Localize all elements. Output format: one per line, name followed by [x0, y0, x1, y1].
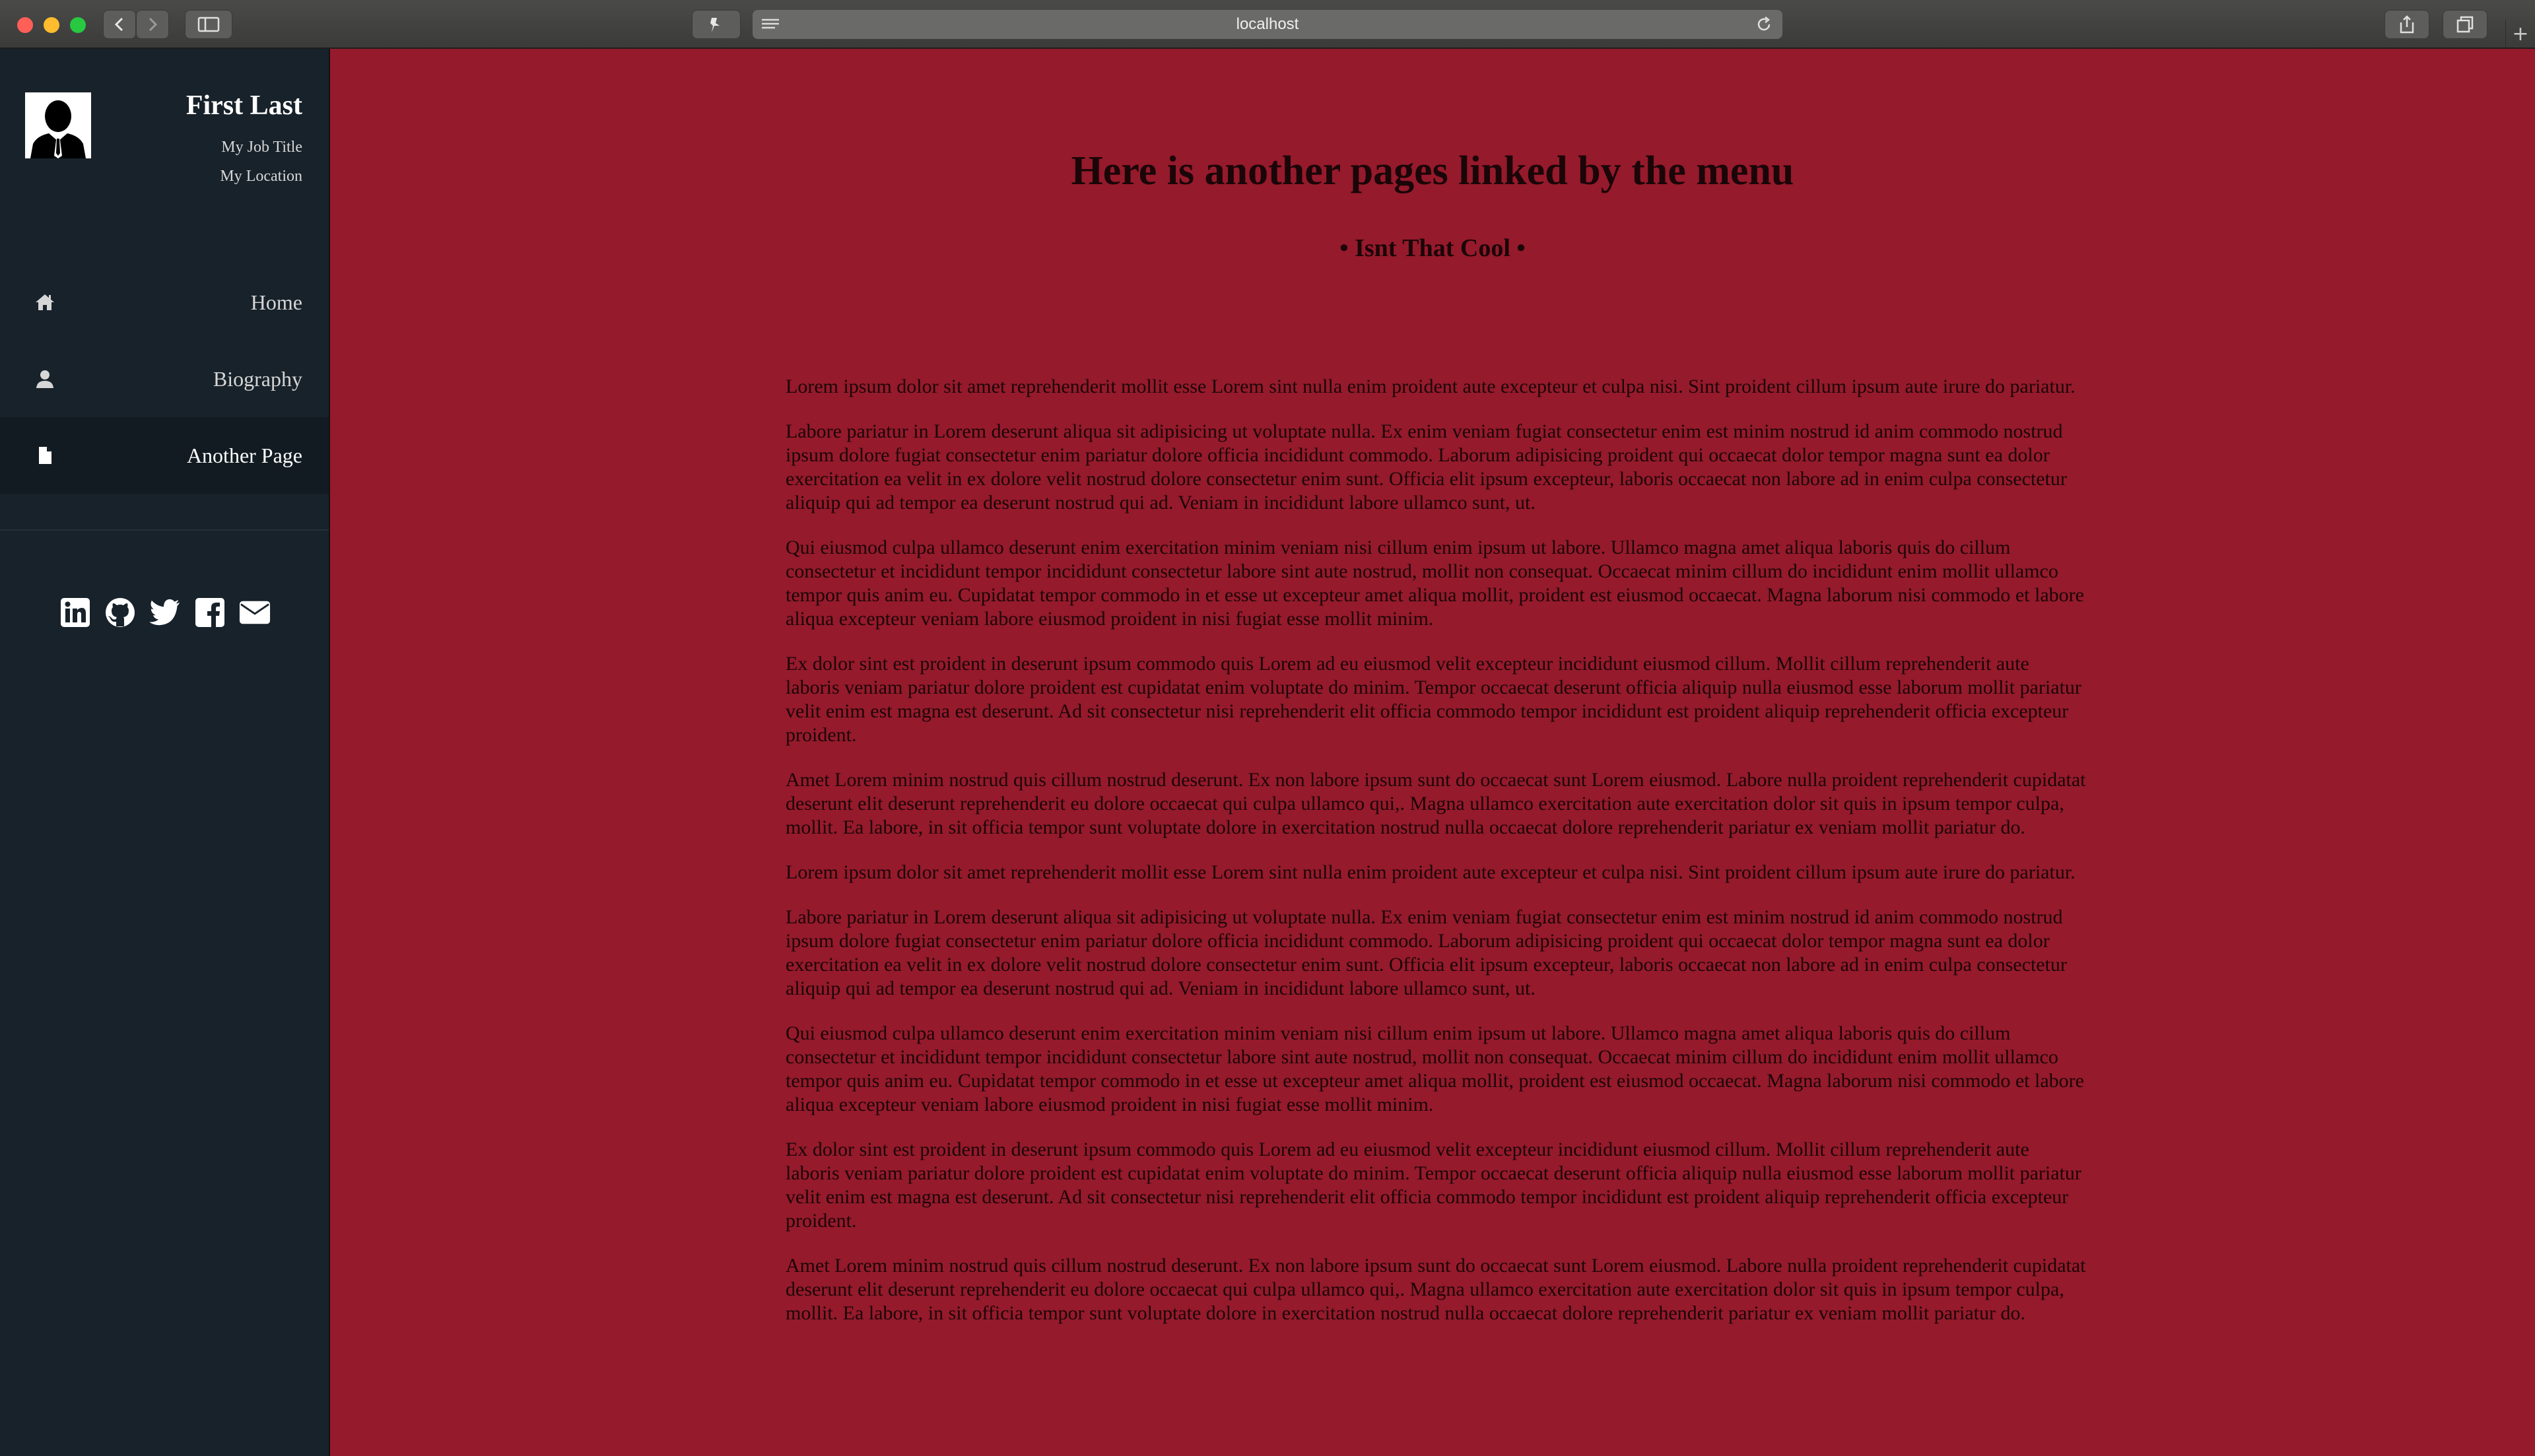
facebook-icon[interactable]	[194, 597, 226, 628]
paragraph: Qui eiusmod culpa ullamco deserunt enim …	[786, 1022, 2084, 1115]
file-icon	[39, 447, 51, 464]
page-subtitle: • Isnt That Cool •	[1339, 234, 1526, 262]
paragraph: Qui eiusmod culpa ullamco deserunt enim …	[786, 537, 2084, 630]
page-title: Here is another pages linked by the menu	[1071, 149, 1794, 193]
github-icon[interactable]	[104, 597, 136, 628]
profile-job-title: My Job Title	[221, 139, 302, 156]
share-icon	[2400, 15, 2414, 34]
reader-icon[interactable]	[760, 17, 780, 32]
chevron-left-icon	[114, 17, 123, 32]
pin-icon	[710, 18, 720, 32]
sidebar-nav: Home Biography Another Page	[0, 264, 330, 494]
chevron-right-icon	[149, 17, 158, 32]
user-silhouette-icon	[25, 92, 91, 158]
minimize-window-button[interactable]	[44, 17, 59, 33]
profile-location: My Location	[220, 168, 302, 185]
extension-button[interactable]	[692, 10, 741, 39]
paragraph: Ex dolor sint est proident in deserunt i…	[786, 1139, 2081, 1232]
address-bar[interactable]: localhost	[753, 10, 1782, 39]
sidebar: First Last My Job Title My Location Home…	[0, 49, 330, 1456]
paragraph: Amet Lorem minim nostrud quis cillum nos…	[786, 1255, 2086, 1324]
sidebar-toggle-button[interactable]	[185, 10, 232, 39]
close-window-button[interactable]	[17, 17, 33, 33]
browser-toolbar: localhost +	[0, 0, 2535, 49]
forward-button[interactable]	[136, 10, 169, 39]
profile-name: First Last	[186, 90, 302, 121]
sidebar-divider	[0, 529, 330, 531]
paragraph: Labore pariatur in Lorem deserunt aliqua…	[786, 906, 2067, 999]
paragraph: Labore pariatur in Lorem deserunt aliqua…	[786, 420, 2067, 513]
social-links	[0, 597, 330, 628]
nav-item-label: Biography	[213, 366, 302, 391]
paragraph: Amet Lorem minim nostrud quis cillum nos…	[786, 769, 2086, 838]
nav-item-home[interactable]: Home	[0, 264, 330, 341]
linkedin-icon[interactable]	[59, 597, 91, 628]
maximize-window-button[interactable]	[70, 17, 86, 33]
tabs-icon	[2456, 16, 2474, 33]
address-text: localhost	[1236, 15, 1299, 33]
sidebar-icon	[197, 17, 220, 32]
share-button[interactable]	[2384, 10, 2429, 39]
nav-item-label: Home	[250, 290, 302, 314]
back-button[interactable]	[103, 10, 136, 39]
avatar	[25, 92, 91, 158]
nav-item-biography[interactable]: Biography	[0, 341, 330, 417]
twitter-icon[interactable]	[149, 597, 181, 628]
tabs-overview-button[interactable]	[2443, 10, 2487, 39]
home-icon	[36, 294, 54, 310]
paragraph: Lorem ipsum dolor sit amet reprehenderit…	[786, 861, 2076, 883]
new-tab-button[interactable]: +	[2505, 20, 2535, 49]
nav-item-another-page[interactable]: Another Page	[0, 417, 330, 494]
paragraph: Ex dolor sint est proident in deserunt i…	[786, 653, 2081, 746]
web-page: First Last My Job Title My Location Home…	[0, 49, 2535, 1456]
envelope-icon[interactable]	[239, 597, 271, 628]
user-icon	[36, 370, 53, 388]
main-content: Here is another pages linked by the menu…	[330, 49, 2535, 1456]
reload-icon[interactable]	[1755, 15, 1773, 34]
nav-item-label: Another Page	[186, 443, 302, 467]
article-body: Lorem ipsum dolor sit amet reprehenderit…	[786, 375, 2086, 1346]
paragraph: Lorem ipsum dolor sit amet reprehenderit…	[786, 376, 2076, 397]
